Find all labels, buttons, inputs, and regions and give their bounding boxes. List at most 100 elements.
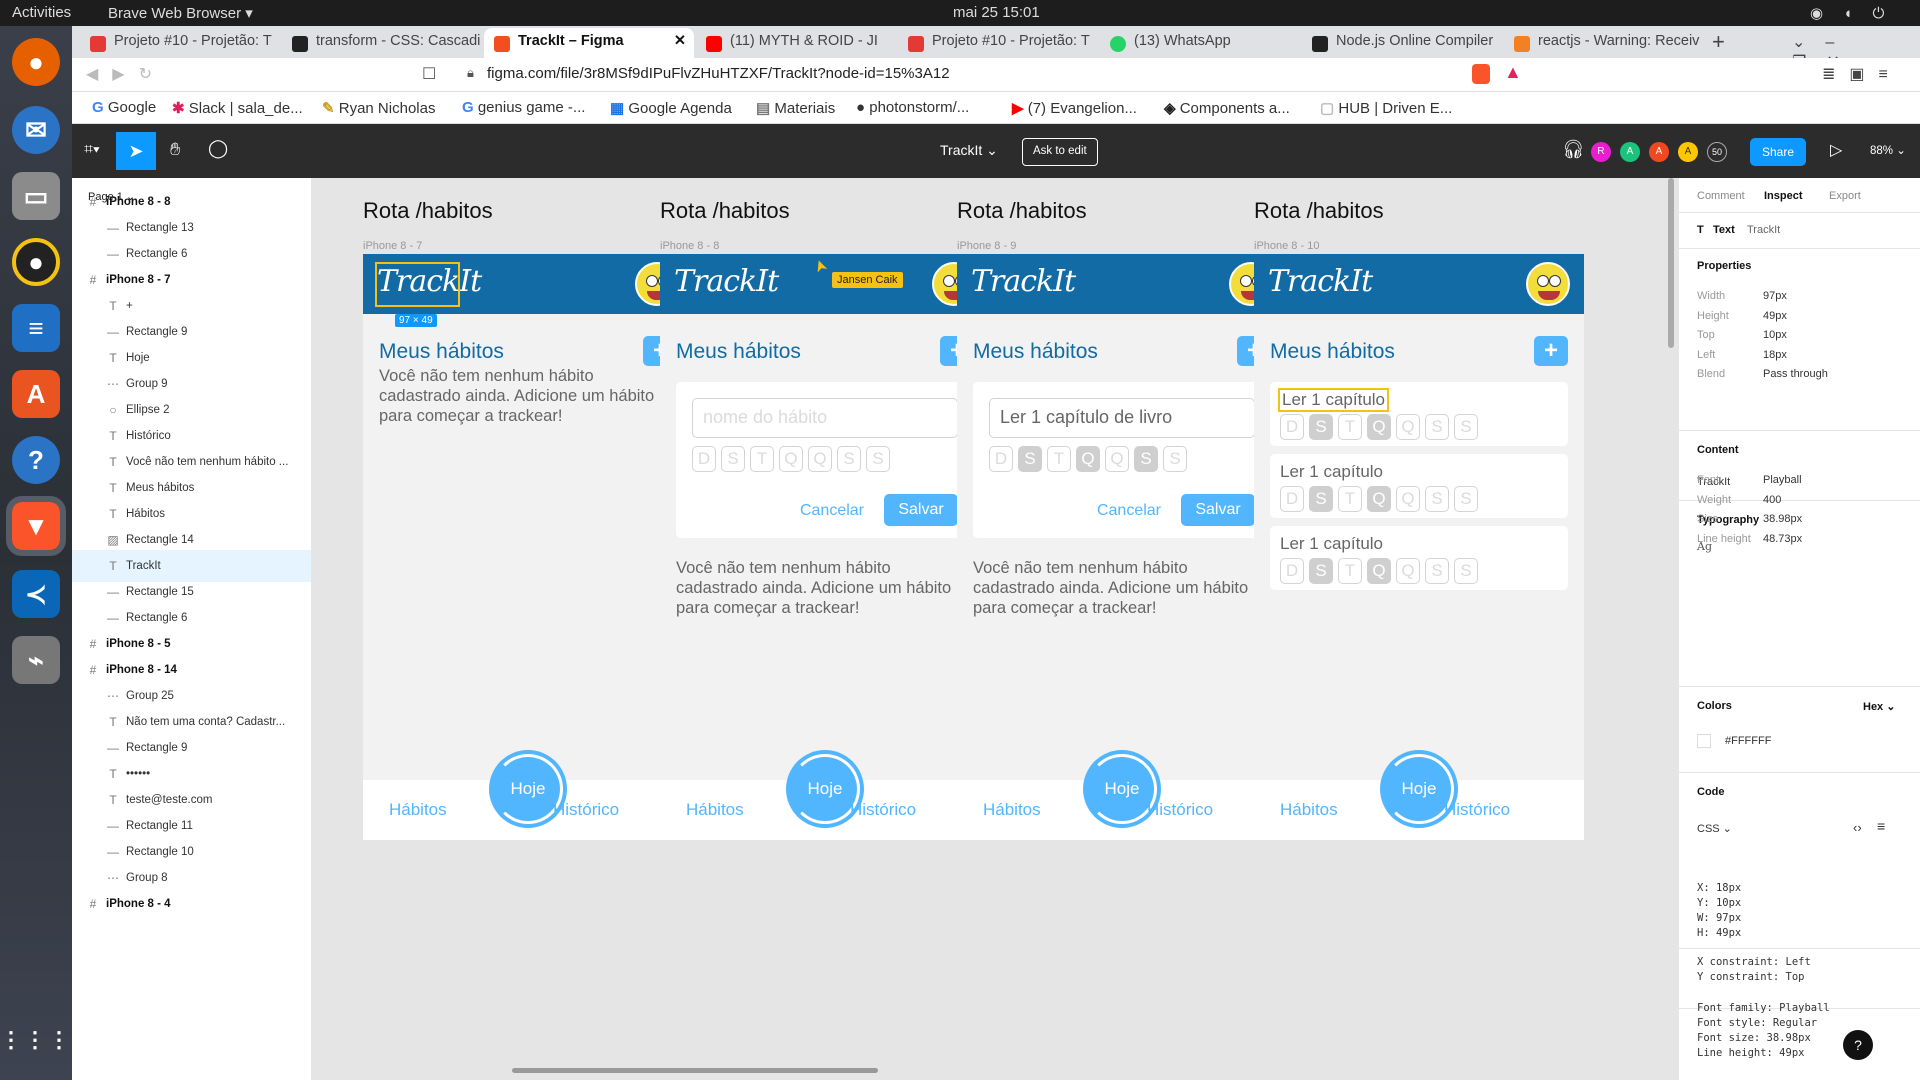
app-grid-icon[interactable]: ⋮⋮⋮ xyxy=(0,1016,70,1064)
property-value[interactable]: 97px xyxy=(1763,290,1787,302)
figma-main-menu-icon[interactable]: ⌗▾ xyxy=(84,141,100,159)
browser-tab[interactable]: Projeto #10 - Projetão: T xyxy=(898,28,1098,58)
comment-tool-icon[interactable]: ◯ xyxy=(208,138,228,159)
weekday-toggle[interactable]: D xyxy=(692,446,716,472)
figma-canvas[interactable]: Rota /habitos iPhone 8 - 7 TrackIt 97 × 49 M… xyxy=(312,178,1678,1080)
code-view-icon[interactable]: ‹› xyxy=(1853,820,1862,835)
thunderbird-icon[interactable]: ✉ xyxy=(12,106,60,154)
firefox-icon[interactable]: ● xyxy=(12,38,60,86)
browser-tab-active[interactable]: TrackIt – Figma ✕ xyxy=(484,28,694,58)
zoom-menu[interactable]: 88% ⌄ xyxy=(1870,143,1906,157)
files-icon[interactable]: ▭ xyxy=(12,172,60,220)
weekday-toggle[interactable]: Q xyxy=(1105,446,1129,472)
brave-shields-icon[interactable] xyxy=(1472,64,1490,84)
phone-frame[interactable]: TrackItMeus hábitos+Ler 1 capítulo de li… xyxy=(957,254,1287,840)
weekday-toggle[interactable]: Q xyxy=(1076,446,1100,472)
save-button[interactable]: Salvar xyxy=(1181,494,1255,526)
tab-comment[interactable]: Comment xyxy=(1697,190,1745,202)
property-value[interactable]: 48.73px xyxy=(1763,533,1802,545)
vertical-scrollbar[interactable] xyxy=(1668,178,1674,348)
weekday-toggle[interactable]: Q xyxy=(808,446,832,472)
save-button[interactable]: Salvar xyxy=(884,494,958,526)
nav-habits-link[interactable]: Hábitos xyxy=(686,800,744,820)
browser-tab[interactable]: (11) MYTH & ROID - JI xyxy=(696,28,896,58)
weekday-toggle[interactable]: S xyxy=(1163,446,1187,472)
tab-export[interactable]: Export xyxy=(1829,190,1861,202)
weekday-toggle[interactable]: D xyxy=(989,446,1013,472)
weekday-toggle[interactable]: T xyxy=(750,446,774,472)
url-field[interactable]: figma.com/file/3r8MSf9dIPuFlvZHuHTZXF/Tr… xyxy=(487,65,950,82)
property-value[interactable]: 10px xyxy=(1763,329,1787,341)
bookmark-item[interactable]: ● photonstorm/... xyxy=(856,99,969,116)
browser-tab[interactable]: Projeto #10 - Projetão: T xyxy=(80,28,280,58)
color-mode-select[interactable]: Hex ⌄ xyxy=(1863,700,1895,713)
cancel-button[interactable]: Cancelar xyxy=(1097,502,1161,520)
nav-history-link[interactable]: Histórico xyxy=(1444,800,1510,820)
hand-tool-icon[interactable]: ✋︎ xyxy=(170,139,180,160)
browser-tab[interactable]: reactjs - Warning: Receiv xyxy=(1504,28,1704,58)
vscode-icon[interactable]: ≺ xyxy=(12,570,60,618)
rhythmbox-icon[interactable]: ● xyxy=(12,238,60,286)
usb-drive-icon[interactable]: ⌁ xyxy=(12,636,60,684)
avatar[interactable]: A xyxy=(1678,142,1698,162)
brave-icon[interactable]: ▼ xyxy=(6,496,66,556)
audio-icon[interactable]: 🎧︎ xyxy=(1562,139,1585,160)
property-value[interactable]: Playball xyxy=(1763,474,1802,486)
property-value[interactable]: Pass through xyxy=(1763,368,1828,380)
habit-name-input[interactable]: nome do hábito xyxy=(692,398,958,438)
weekday-toggle[interactable]: S xyxy=(721,446,745,472)
bookmark-item[interactable]: G Google xyxy=(92,99,156,116)
ask-to-edit-button[interactable]: Ask to edit xyxy=(1022,138,1098,166)
nav-history-link[interactable]: Histórico xyxy=(553,800,619,820)
nav-habits-link[interactable]: Hábitos xyxy=(1280,800,1338,820)
avatar[interactable]: R xyxy=(1591,142,1611,162)
phone-frame[interactable]: TrackIt➤Jansen CaikMeus hábitos+nome do … xyxy=(660,254,990,840)
phone-frame[interactable]: TrackIt Meus hábitos + Ler 1 capítulo D S T Q Q S… xyxy=(1254,254,1584,840)
bookmark-icon[interactable]: ☐ xyxy=(422,64,436,84)
bookmark-item[interactable]: ▢ HUB | Driven E... xyxy=(1320,99,1452,117)
help-button[interactable]: ? xyxy=(1843,1030,1873,1060)
phone-frame[interactable]: TrackIt97 × 49Meus hábitos+Você não tem … xyxy=(363,254,693,840)
bookmark-item[interactable]: ▤ Materiais xyxy=(756,99,835,117)
property-value[interactable]: 18px xyxy=(1763,349,1787,361)
bookmark-item[interactable]: ✎ Ryan Nicholas xyxy=(322,99,435,117)
avatar[interactable]: A xyxy=(1649,142,1669,162)
nav-habits-link[interactable]: Hábitos xyxy=(983,800,1041,820)
present-icon[interactable]: ▷ xyxy=(1830,140,1842,160)
share-button[interactable]: Share xyxy=(1750,138,1806,166)
browser-app-menu[interactable]: Brave Web Browser ▾ xyxy=(108,4,253,22)
software-center-icon[interactable]: A xyxy=(12,370,60,418)
tab-close-icon[interactable]: ✕ xyxy=(674,33,686,49)
code-language-select[interactable]: CSS ⌄ xyxy=(1697,822,1732,835)
list-view-icon[interactable]: ≡ xyxy=(1877,818,1885,834)
weekday-toggle[interactable]: S xyxy=(1134,446,1158,472)
nav-buttons[interactable]: ◀▶↻ xyxy=(86,64,166,84)
bookmark-item[interactable]: ▦ Google Agenda xyxy=(610,99,732,117)
frame-label[interactable]: iPhone 8 - 9 xyxy=(957,240,1016,252)
bookmark-item[interactable]: ▶ (7) Evangelion... xyxy=(1012,99,1137,117)
property-value[interactable]: 400 xyxy=(1763,494,1781,506)
file-name[interactable]: TrackIt ⌄ xyxy=(940,142,998,159)
weekday-toggle[interactable]: T xyxy=(1047,446,1071,472)
weekday-toggle[interactable]: Q xyxy=(779,446,803,472)
new-tab-icon[interactable]: + xyxy=(1712,29,1725,55)
brave-rewards-icon[interactable]: ▲ xyxy=(1504,62,1522,83)
frame-label[interactable]: iPhone 8 - 8 xyxy=(660,240,719,252)
layer-frame[interactable]: # iPhone 8 - 4 xyxy=(72,888,311,920)
cancel-button[interactable]: Cancelar xyxy=(800,502,864,520)
frame-label[interactable]: iPhone 8 - 7 xyxy=(363,240,422,252)
browser-tab[interactable]: transform - CSS: Cascadi xyxy=(282,28,482,58)
habit-name-input[interactable]: Ler 1 capítulo de livro xyxy=(989,398,1255,438)
horizontal-scrollbar[interactable] xyxy=(512,1068,878,1073)
bookmark-item[interactable]: G genius game -... xyxy=(462,99,585,116)
browser-tab[interactable]: Node.js Online Compiler xyxy=(1302,28,1502,58)
bookmark-item[interactable]: ✱ Slack | sala_de... xyxy=(172,99,303,117)
property-value[interactable]: 49px xyxy=(1763,310,1787,322)
browser-menu-icons[interactable]: ≣▣≡ xyxy=(1822,64,1902,84)
writer-icon[interactable]: ≡ xyxy=(12,304,60,352)
move-tool-icon[interactable]: ➤ xyxy=(116,132,156,170)
weekday-toggle[interactable]: S xyxy=(1018,446,1042,472)
nav-history-link[interactable]: Histórico xyxy=(850,800,916,820)
selected-layer-outline[interactable] xyxy=(375,262,460,307)
nav-habits-link[interactable]: Hábitos xyxy=(389,800,447,820)
